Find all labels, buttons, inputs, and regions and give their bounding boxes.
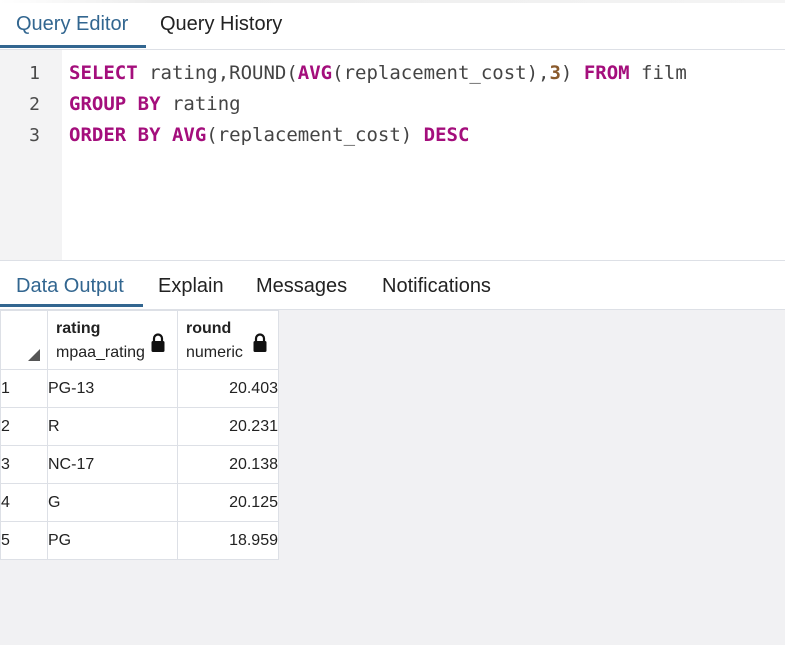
sql-editor[interactable]: 1 2 3 SELECT rating,ROUND(AVG(replacemen… <box>0 50 785 261</box>
line-number: 3 <box>29 125 40 146</box>
cell-round[interactable]: 20.403 <box>177 369 279 408</box>
column-header-rating[interactable]: rating mpaa_rating <box>47 310 178 370</box>
table-row[interactable]: 2 R 20.231 <box>0 407 279 446</box>
tab-query-editor[interactable]: Query Editor <box>16 13 128 36</box>
query-tool: Query Editor Query History 1 2 3 SELECT … <box>0 0 785 645</box>
code-line[interactable]: GROUP BY rating <box>69 89 241 120</box>
tab-query-editor-underline <box>0 45 146 48</box>
tab-query-history[interactable]: Query History <box>160 13 282 36</box>
cell-rating[interactable]: G <box>47 483 178 522</box>
row-number[interactable]: 2 <box>0 407 48 446</box>
column-name: round <box>186 320 232 337</box>
row-number[interactable]: 3 <box>0 445 48 484</box>
line-number-gutter: 1 2 3 <box>0 50 62 260</box>
cell-rating[interactable]: NC-17 <box>47 445 178 484</box>
code-line[interactable]: SELECT rating,ROUND(AVG(replacement_cost… <box>69 58 687 89</box>
sql-keyword: ORDER BY <box>69 124 161 146</box>
cell-rating[interactable]: R <box>47 407 178 446</box>
sql-keyword: AVG <box>171 124 207 146</box>
sql-keyword: GROUP BY <box>69 93 161 115</box>
cell-rating[interactable]: PG-13 <box>47 369 178 408</box>
tab-data-output-underline <box>0 304 143 307</box>
sql-keyword: SELECT <box>69 62 138 84</box>
cell-round[interactable]: 18.959 <box>177 521 279 560</box>
cell-round[interactable]: 20.231 <box>177 407 279 446</box>
output-tab-bar: Data Output Explain Messages Notificatio… <box>0 261 785 310</box>
tab-explain[interactable]: Explain <box>158 275 224 298</box>
column-type: numeric <box>186 344 243 361</box>
code-line[interactable]: ORDER BY AVG(replacement_cost) DESC <box>69 120 469 151</box>
table-row[interactable]: 1 PG-13 20.403 <box>0 369 279 408</box>
data-output-grid-area: rating mpaa_rating round numeric 1 PG-13… <box>0 310 785 645</box>
top-strip <box>0 0 785 3</box>
sql-text: rating,ROUND( <box>137 62 298 84</box>
column-type: mpaa_rating <box>56 344 145 361</box>
lock-icon <box>151 333 165 352</box>
row-number[interactable]: 5 <box>0 521 48 560</box>
sql-text: ) <box>560 62 584 84</box>
select-all-icon <box>28 349 40 361</box>
sql-keyword: FROM <box>583 62 630 84</box>
cell-rating[interactable]: PG <box>47 521 178 560</box>
sql-text: rating <box>160 93 241 115</box>
table-row[interactable]: 4 G 20.125 <box>0 483 279 522</box>
column-name: rating <box>56 320 101 337</box>
row-number[interactable]: 1 <box>0 369 48 408</box>
sql-keyword: AVG <box>297 62 333 84</box>
cell-round[interactable]: 20.138 <box>177 445 279 484</box>
tab-messages[interactable]: Messages <box>256 275 347 298</box>
table-row[interactable]: 5 PG 18.959 <box>0 521 279 560</box>
table-row[interactable]: 3 NC-17 20.138 <box>0 445 279 484</box>
editor-tab-bar: Query Editor Query History <box>0 0 785 50</box>
tab-data-output[interactable]: Data Output <box>16 275 124 298</box>
lock-icon <box>253 333 267 352</box>
tab-notifications[interactable]: Notifications <box>382 275 491 298</box>
line-number: 2 <box>29 94 40 115</box>
sql-keyword: DESC <box>423 124 470 146</box>
select-all-corner[interactable] <box>0 310 48 370</box>
results-table: rating mpaa_rating round numeric 1 PG-13… <box>0 310 279 560</box>
column-header-round[interactable]: round numeric <box>177 310 279 370</box>
line-number: 1 <box>29 63 40 84</box>
sql-text: film <box>629 62 687 84</box>
row-number[interactable]: 4 <box>0 483 48 522</box>
sql-text: (replacement_cost), <box>332 62 550 84</box>
cell-round[interactable]: 20.125 <box>177 483 279 522</box>
sql-text: (replacement_cost) <box>206 124 424 146</box>
sql-number: 3 <box>549 62 561 84</box>
